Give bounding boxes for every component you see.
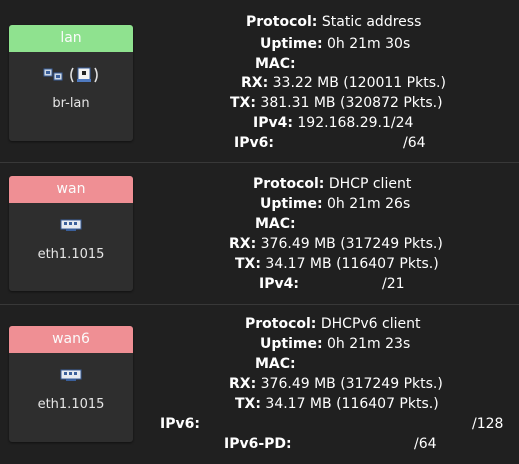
- section-divider: [0, 162, 519, 163]
- interface-device-wan6: eth1.1015: [37, 397, 105, 412]
- lan-ipv6-value: /64: [403, 135, 426, 151]
- interface-device-lan: br-lan: [52, 96, 90, 111]
- wan-protocol-row: Protocol: DHCP client: [253, 176, 412, 192]
- interface-device-wan: eth1.1015: [37, 247, 105, 262]
- interface-icons-wan6: [9, 367, 133, 389]
- interface-card-wan[interactable]: wan eth1.1015: [9, 176, 133, 291]
- wan-tx-row: TX: 34.17 MB (116407 Pkts.): [235, 256, 439, 272]
- lan-ipv6-row: IPv6:: [234, 135, 274, 151]
- wan6-protocol-row: Protocol: DHCPv6 client: [245, 316, 421, 332]
- wireless-bridge-icon: [69, 66, 99, 88]
- wan6-mac-row: MAC:: [255, 356, 296, 372]
- interface-icons-wan: [9, 217, 133, 239]
- lan-rx-row: RX: 33.22 MB (120011 Pkts.): [241, 75, 446, 91]
- wan-rx-row: RX: 376.49 MB (317249 Pkts.): [229, 236, 443, 252]
- wan6-tx-row: TX: 34.17 MB (116407 Pkts.): [235, 396, 439, 412]
- wan6-rx-row: RX: 376.49 MB (317249 Pkts.): [229, 376, 443, 392]
- wan-uptime-row: Uptime: 0h 21m 26s: [260, 196, 411, 212]
- wan-ipv4-row: IPv4:: [259, 276, 299, 292]
- interface-name-lan: lan: [9, 25, 133, 52]
- lan-mac-row: MAC:: [255, 56, 296, 72]
- wan-ipv4-value: /21: [382, 276, 405, 292]
- lan-tx-row: TX: 381.31 MB (320872 Pkts.): [230, 95, 443, 111]
- wan6-ipv6pd-value: /64: [414, 436, 437, 452]
- ethernet-switch-icon: [43, 67, 65, 87]
- lan-uptime-row: Uptime: 0h 21m 30s: [260, 36, 411, 52]
- wan6-ipv6-row: IPv6:: [160, 416, 200, 432]
- wan6-uptime-row: Uptime: 0h 21m 23s: [260, 336, 411, 352]
- wan6-ipv6pd-row: IPv6-PD:: [224, 436, 292, 452]
- ethernet-port-icon: [60, 367, 82, 387]
- interface-name-wan6: wan6: [9, 326, 133, 353]
- ethernet-port-icon: [60, 217, 82, 237]
- interface-card-wan6[interactable]: wan6 eth1.1015: [9, 326, 133, 442]
- wan-mac-row: MAC:: [255, 216, 296, 232]
- interface-card-lan[interactable]: lan br-lan: [9, 25, 133, 141]
- interface-icons-lan: [9, 66, 133, 88]
- interface-name-wan: wan: [9, 176, 133, 203]
- lan-protocol-row: Protocol: Static address: [246, 14, 422, 30]
- section-divider: [0, 304, 519, 305]
- lan-ipv4-row: IPv4: 192.168.29.1/24: [253, 115, 414, 131]
- wan6-ipv6-value: /128: [472, 416, 504, 432]
